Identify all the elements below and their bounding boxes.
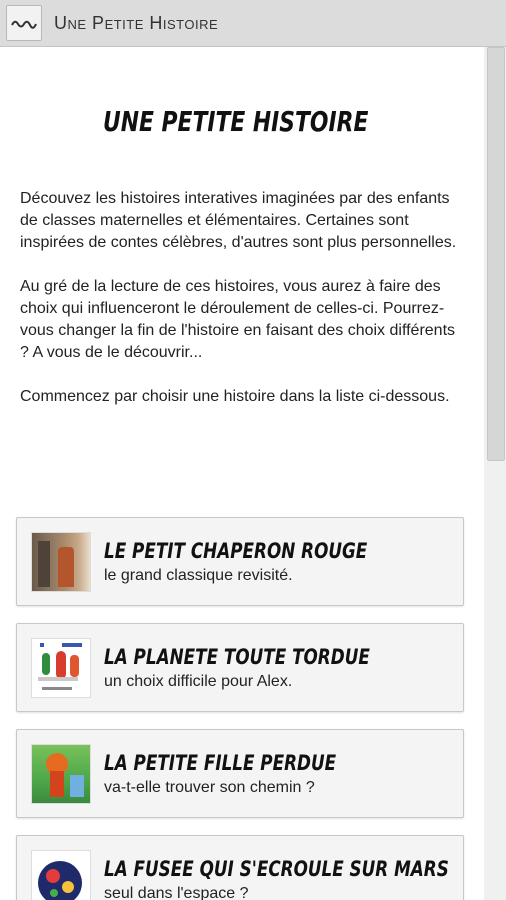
scrollbar-thumb[interactable] [487,47,505,461]
intro-text: Découvez les histoires interatives imagi… [20,188,466,430]
intro-paragraph: Découvez les histoires interatives imagi… [20,190,457,251]
story-subtitle: seul dans l'espace ? [104,884,249,900]
story-title: LE PETIT CHAPERON ROUGE [104,538,368,563]
story-title: LA PLANETE TOUTE TORDUE [104,644,370,669]
story-item-petit-chaperon-rouge[interactable]: LE PETIT CHAPERON ROUGE le grand classiq… [16,517,464,606]
story-thumbnail [31,637,91,698]
story-item-petite-fille-perdue[interactable]: LA PETITE FILLE PERDUE va-t-elle trouver… [16,729,464,818]
story-thumbnail [31,743,91,804]
story-title: LA FUSEE QUI S'ECROULE SUR MARS [104,856,449,881]
story-thumbnail [31,849,91,900]
app-title: Une Petite Histoire [54,12,219,33]
intro-paragraph: Au gré de la lecture de ces histoires, v… [20,278,456,361]
story-title: LA PETITE FILLE PERDUE [104,750,337,775]
page-title: UNE PETITE HISTOIRE [103,105,369,138]
story-subtitle: un choix difficile pour Alex. [104,672,293,690]
story-subtitle: le grand classique revisité. [104,566,293,584]
story-subtitle: va-t-elle trouver son chemin ? [104,778,315,796]
app-logo-icon[interactable] [6,5,42,41]
story-thumbnail [31,531,91,592]
main-content[interactable]: UNE PETITE HISTOIRE Découvez les histoir… [0,47,484,900]
story-item-fusee-mars[interactable]: LA FUSEE QUI S'ECROULE SUR MARS seul dan… [16,835,464,900]
intro-paragraph: Commencez par choisir une histoire dans … [20,388,450,405]
app-bar: Une Petite Histoire [0,0,506,47]
vertical-scrollbar[interactable] [484,47,506,900]
story-item-planete-toute-tordue[interactable]: LA PLANETE TOUTE TORDUE un choix diffici… [16,623,464,712]
